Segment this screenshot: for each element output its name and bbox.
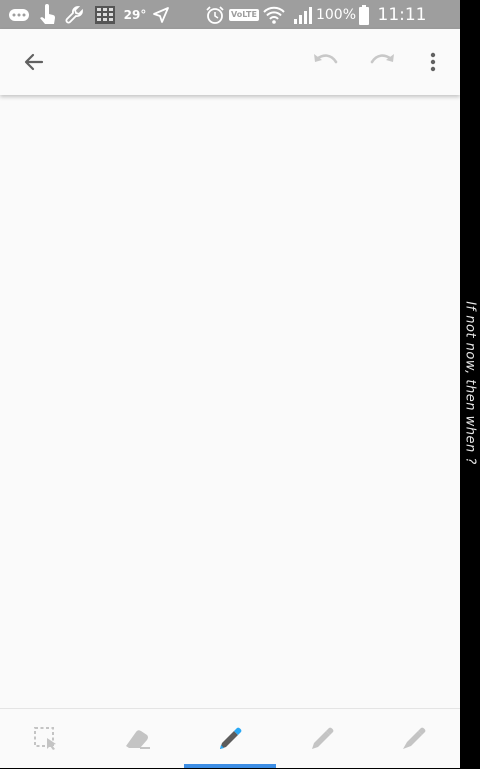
- eraser-tool[interactable]: [92, 709, 184, 769]
- pencil-tool[interactable]: [276, 709, 368, 769]
- undo-button[interactable]: [301, 29, 349, 95]
- redo-button[interactable]: [359, 29, 407, 95]
- lasso-select-tool[interactable]: [0, 709, 92, 769]
- notes-app: 29° VoLTE 100% 11:11: [0, 0, 460, 768]
- pencil-icon: [312, 727, 334, 749]
- wifi-icon: [262, 0, 286, 29]
- send-icon: [150, 0, 172, 29]
- alarm-icon: [204, 0, 226, 29]
- touch-icon: [36, 0, 58, 29]
- status-bar: 29° VoLTE 100% 11:11: [0, 0, 460, 29]
- pen-tool[interactable]: [184, 709, 276, 769]
- active-tool-indicator: [184, 764, 276, 768]
- back-button[interactable]: [10, 29, 58, 95]
- battery-icon: [356, 0, 372, 29]
- volte-icon: VoLTE: [229, 0, 259, 29]
- temperature-label: 29°: [122, 0, 148, 29]
- redo-icon: [370, 54, 394, 64]
- temperature-text: 29°: [123, 7, 147, 22]
- drawing-tools-bar: [0, 708, 460, 768]
- wrench-icon: [64, 0, 86, 29]
- side-quote-text: If not now, then when ?: [462, 301, 478, 465]
- clock-text: 11:11: [377, 4, 427, 25]
- more-vert-icon: [430, 52, 436, 72]
- undo-icon: [314, 54, 338, 64]
- message-icon: [6, 0, 32, 29]
- grid-icon: [94, 0, 116, 29]
- lasso-select-icon: [34, 727, 56, 750]
- drawing-canvas[interactable]: [0, 95, 460, 708]
- signal-icon: [292, 0, 314, 29]
- marker-icon: [403, 727, 426, 749]
- clock-label: 11:11: [376, 0, 428, 29]
- toolbar: [0, 29, 460, 95]
- battery-percent-text: 100%: [315, 6, 357, 23]
- marker-tool[interactable]: [368, 709, 460, 769]
- volte-text: VoLTE: [229, 8, 259, 21]
- battery-percent-label: 100%: [316, 0, 356, 29]
- pen-icon: [220, 727, 242, 749]
- more-options-button[interactable]: [409, 29, 457, 95]
- back-arrow-icon: [24, 53, 44, 71]
- eraser-icon: [126, 730, 150, 749]
